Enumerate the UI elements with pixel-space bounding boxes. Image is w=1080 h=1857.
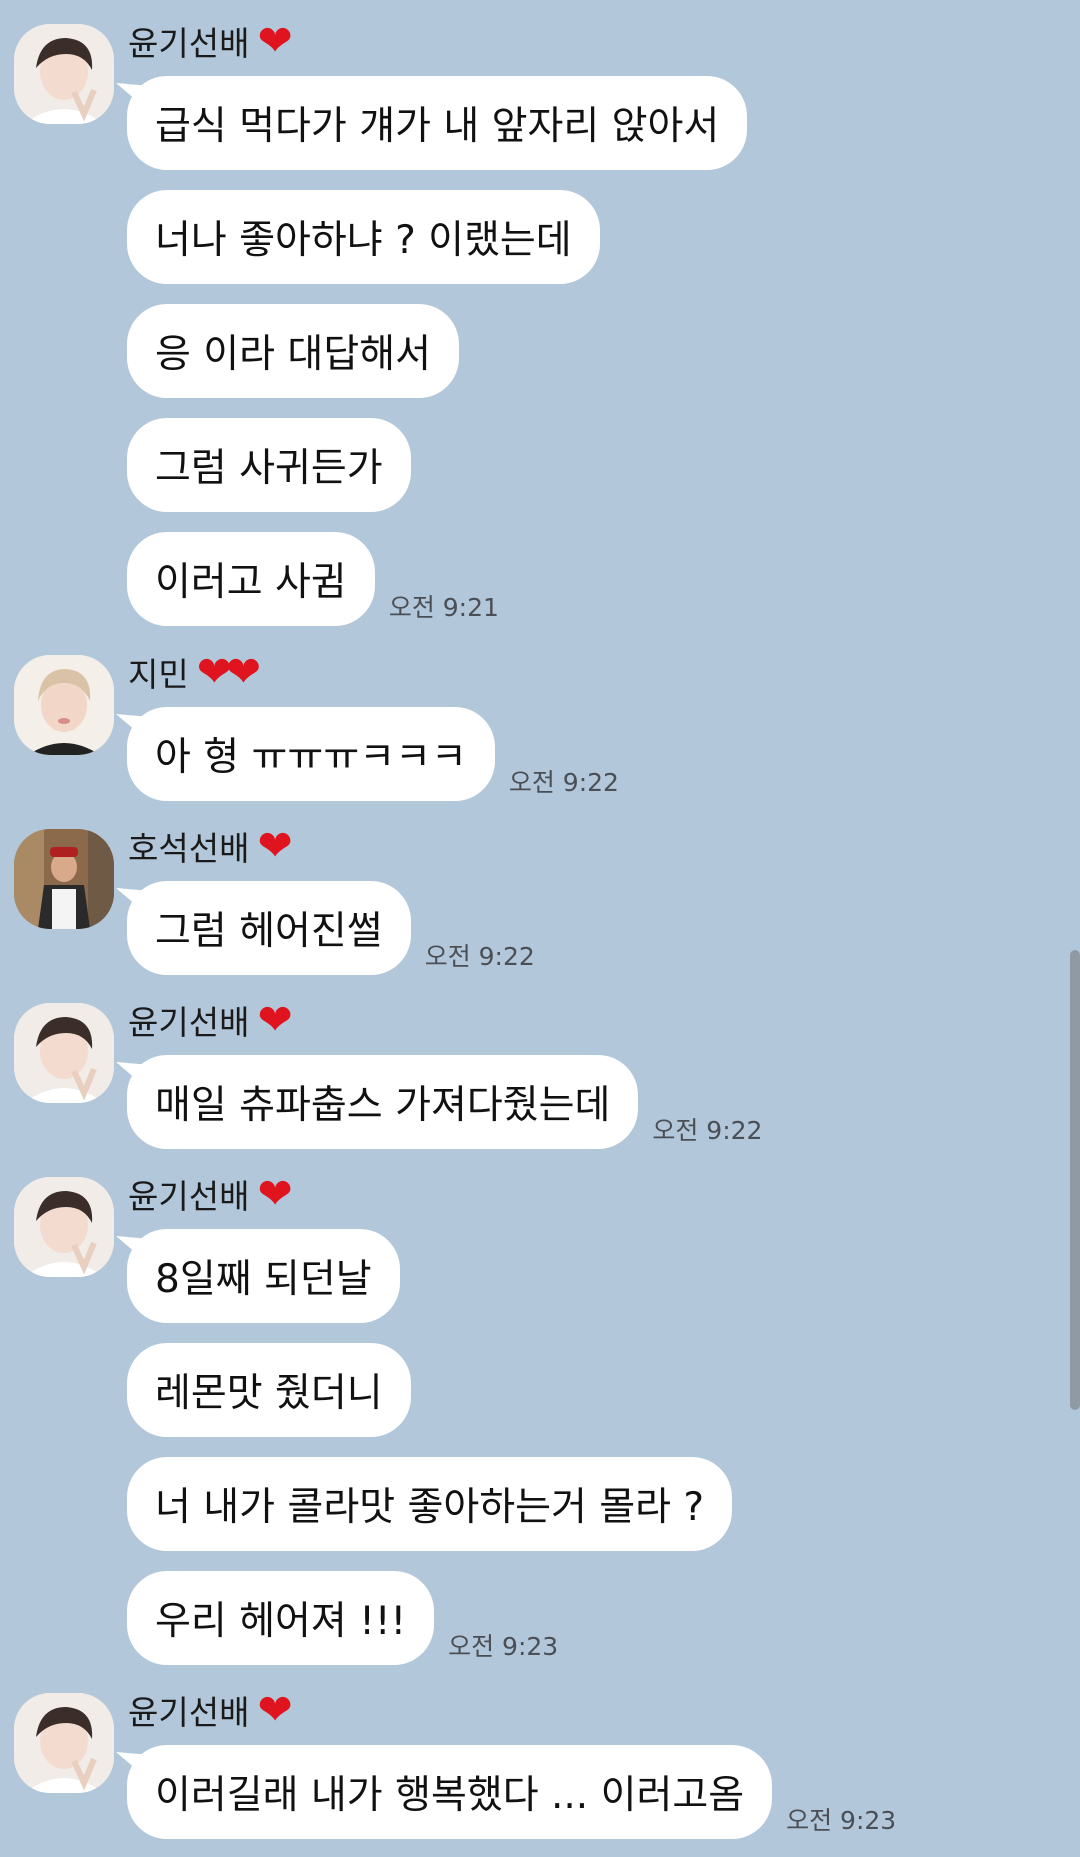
message-row: 너나 좋아하냐 ? 이랬는데: [127, 190, 600, 284]
message-row: 이러고 사귐 오전 9:21: [127, 532, 499, 626]
sender-name: 지민: [128, 655, 189, 694]
message-time: 오전 9:23: [786, 1806, 897, 1835]
message-bubble[interactable]: 8일째 되던날: [127, 1229, 400, 1323]
sender-name: 호석선배: [128, 829, 250, 868]
profile-photo-hoseok-icon: [14, 829, 114, 929]
profile-photo-yoongi-icon: [14, 24, 114, 124]
scrollbar[interactable]: [1070, 950, 1080, 1410]
message-row: 급식 먹다가 걔가 내 앞자리 앉아서: [127, 76, 748, 170]
message-row: 8일째 되던날: [127, 1229, 400, 1323]
avatar[interactable]: [14, 24, 114, 124]
message-row: 매일 츄파춥스 가져다줬는데 오전 9:22: [127, 1055, 762, 1149]
profile-photo-jimin-icon: [14, 655, 114, 755]
avatar[interactable]: [14, 1177, 114, 1277]
profile-photo-yoongi-icon: [14, 1177, 114, 1277]
message-row: 우리 헤어져 !!! 오전 9:23: [127, 1571, 558, 1665]
message-time: 오전 9:22: [508, 768, 619, 797]
message-bubble[interactable]: 급식 먹다가 걔가 내 앞자리 앉아서: [127, 76, 748, 170]
message-row: 레몬맛 줬더니: [127, 1343, 411, 1437]
message-row: 이러길래 내가 행복했다 ... 이러고옴 오전 9:23: [127, 1745, 896, 1839]
message-row: 너 내가 콜라맛 좋아하는거 몰라 ?: [127, 1457, 733, 1551]
chat-room[interactable]: 윤기선배 ❤ 급식 먹다가 걔가 내 앞자리 앉아서 너나 좋아하냐 ? 이랬는…: [0, 0, 1080, 1857]
message-bubble[interactable]: 이러길래 내가 행복했다 ... 이러고옴: [127, 1745, 773, 1839]
message-time: 오전 9:21: [388, 593, 499, 622]
sender-name: 윤기선배: [128, 1693, 250, 1732]
profile-photo-yoongi-icon: [14, 1003, 114, 1103]
heart-icon: ❤❤: [196, 647, 261, 696]
sender-label: 윤기선배 ❤: [128, 1683, 293, 1737]
sender-label: 지민 ❤❤: [128, 645, 261, 699]
message-bubble[interactable]: 매일 츄파춥스 가져다줬는데: [127, 1055, 639, 1149]
message-bubble[interactable]: 이러고 사귐: [127, 532, 375, 626]
avatar[interactable]: [14, 1693, 114, 1793]
message-time: 오전 9:23: [448, 1632, 559, 1661]
message-bubble[interactable]: 응 이라 대답해서: [127, 304, 459, 398]
message-time: 오전 9:22: [424, 942, 535, 971]
sender-label: 윤기선배 ❤: [128, 1167, 293, 1221]
heart-icon: ❤: [257, 1169, 292, 1218]
message-row: 그럼 헤어진썰 오전 9:22: [127, 881, 535, 975]
message-row: 응 이라 대답해서: [127, 304, 459, 398]
message-row: 아 형 ㅠㅠㅠㅋㅋㅋ 오전 9:22: [127, 707, 619, 801]
profile-photo-yoongi-icon: [14, 1693, 114, 1793]
message-time: 오전 9:22: [652, 1116, 763, 1145]
avatar[interactable]: [14, 1003, 114, 1103]
message-bubble[interactable]: 아 형 ㅠㅠㅠㅋㅋㅋ: [127, 707, 495, 801]
message-bubble[interactable]: 그럼 헤어진썰: [127, 881, 411, 975]
heart-icon: ❤: [257, 1685, 292, 1734]
message-bubble[interactable]: 우리 헤어져 !!!: [127, 1571, 435, 1665]
message-bubble[interactable]: 레몬맛 줬더니: [127, 1343, 411, 1437]
message-bubble[interactable]: 너 내가 콜라맛 좋아하는거 몰라 ?: [127, 1457, 733, 1551]
sender-label: 호석선배 ❤: [128, 819, 293, 873]
sender-name: 윤기선배: [128, 1003, 250, 1042]
message-bubble[interactable]: 그럼 사귀든가: [127, 418, 411, 512]
avatar[interactable]: [14, 829, 114, 929]
heart-icon: ❤: [257, 16, 292, 65]
message-row: 그럼 사귀든가: [127, 418, 411, 512]
sender-name: 윤기선배: [128, 1177, 250, 1216]
avatar[interactable]: [14, 655, 114, 755]
heart-icon: ❤: [257, 821, 292, 870]
message-bubble[interactable]: 너나 좋아하냐 ? 이랬는데: [127, 190, 600, 284]
sender-label: 윤기선배 ❤: [128, 14, 293, 68]
heart-icon: ❤: [257, 995, 292, 1044]
sender-name: 윤기선배: [128, 24, 250, 63]
sender-label: 윤기선배 ❤: [128, 993, 293, 1047]
